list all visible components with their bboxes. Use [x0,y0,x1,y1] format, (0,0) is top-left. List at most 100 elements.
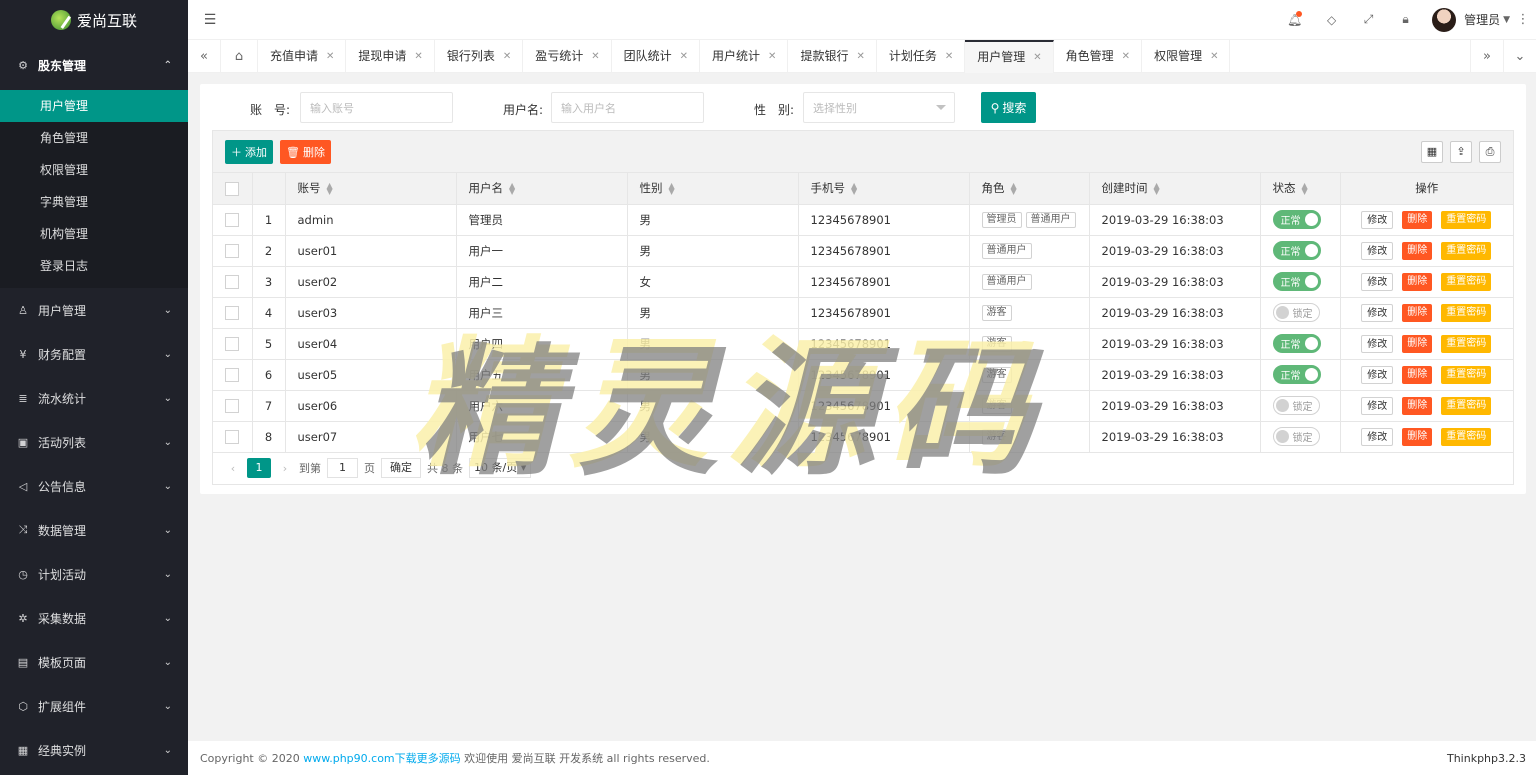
logo[interactable]: 爱尚互联 [0,0,188,40]
edit-button[interactable]: 修改 [1361,210,1394,229]
tab[interactable]: 角色管理 ✕ [1054,39,1143,73]
close-icon[interactable]: ✕ [591,40,599,73]
edit-button[interactable]: 修改 [1361,365,1394,384]
close-icon[interactable]: ✕ [1033,41,1041,74]
bell-icon[interactable]: 🔔︎ [1276,10,1313,27]
delete-button[interactable]: 删除 [1402,334,1433,353]
avatar[interactable] [1432,7,1457,32]
export-icon[interactable]: ⇪ [1450,141,1472,163]
goto-page-input[interactable]: 1 [327,458,358,478]
tab[interactable]: 用户管理 ✕ [965,39,1054,74]
delete-button[interactable]: 删除 [1402,210,1433,229]
tab[interactable]: 提现申请 ✕ [346,39,435,73]
sort-icon[interactable]: ▲ ▼ [851,181,857,195]
delete-button[interactable]: 删除 [1402,365,1433,384]
page-current[interactable]: 1 [247,458,271,478]
edit-button[interactable]: 修改 [1361,241,1394,260]
delete-button[interactable]: 删除 [1402,303,1433,322]
site-link[interactable]: www.php90.com下载更多源码 [303,750,460,766]
sidebar-group[interactable]: ▤ 模板页面 ⌄ [0,640,188,684]
reset-password-button[interactable]: 重置密码 [1441,272,1492,291]
edit-button[interactable]: 修改 [1361,272,1394,291]
edit-button[interactable]: 修改 [1361,303,1394,322]
reset-password-button[interactable]: 重置密码 [1441,396,1492,415]
status-header[interactable]: 状态 ▲ ▼ [1260,173,1341,205]
tabs-scroll-right-icon[interactable]: » [1470,39,1503,73]
sidebar-group[interactable]: ◁ 公告信息 ⌄ [0,464,188,508]
reset-password-button[interactable]: 重置密码 [1441,334,1492,353]
tag-icon[interactable]: ◇ [1313,13,1350,27]
sidebar-group[interactable]: ¥ 财务配置 ⌄ [0,332,188,376]
reset-password-button[interactable]: 重置密码 [1441,427,1492,446]
sidebar-group[interactable]: ◷ 计划活动 ⌄ [0,552,188,596]
collapse-menu-icon[interactable]: ☰ [188,12,232,28]
sidebar-group[interactable]: ✲ 采集数据 ⌄ [0,596,188,640]
username-header[interactable]: 用户名 ▲ ▼ [456,173,628,205]
delete-button[interactable]: 删除 [1402,427,1433,446]
sort-icon[interactable]: ▲ ▼ [1011,181,1017,195]
row-checkbox[interactable] [225,212,240,227]
row-checkbox[interactable] [225,429,240,444]
sidebar-group[interactable]: ⬡ 扩展组件 ⌄ [0,684,188,728]
row-checkbox[interactable] [225,274,240,289]
gender-header[interactable]: 性别 ▲ ▼ [627,173,799,205]
row-checkbox[interactable] [225,367,240,382]
tab[interactable]: 充值申请 ✕ [258,39,347,73]
sidebar-subitem[interactable]: 权限管理 [0,154,188,186]
add-button[interactable]: ＋ 添加 [225,140,273,164]
phone-header[interactable]: 手机号 ▲ ▼ [798,173,970,205]
status-switch[interactable]: 锁定 [1272,396,1320,415]
reset-password-button[interactable]: 重置密码 [1441,303,1492,322]
nav-group-shareholder[interactable]: ⚙ 股东管理 ⌃ [0,40,188,90]
sort-icon[interactable]: ▲ ▼ [509,181,515,195]
delete-button[interactable]: 删除 [1402,396,1433,415]
lock-icon[interactable]: 🔒︎ [1387,12,1424,27]
fullscreen-icon[interactable]: ⤢ [1350,12,1387,27]
delete-button[interactable]: 删除 [1402,272,1433,291]
status-switch[interactable]: 锁定 [1272,303,1320,322]
status-switch[interactable]: 正常 [1272,272,1321,291]
reset-password-button[interactable]: 重置密码 [1441,241,1492,260]
status-switch[interactable]: 正常 [1272,241,1321,260]
home-icon[interactable]: ⌂ [221,39,258,73]
close-icon[interactable]: ✕ [945,40,953,73]
columns-filter-icon[interactable]: ▦ [1421,141,1443,163]
tab[interactable]: 计划任务 ✕ [877,39,966,73]
tab[interactable]: 盈亏统计 ✕ [523,39,612,73]
sidebar-group[interactable]: ▣ 活动列表 ⌄ [0,420,188,464]
created-header[interactable]: 创建时间 ▲ ▼ [1089,173,1261,205]
sidebar-subitem[interactable]: 角色管理 [0,122,188,154]
account-input[interactable]: 输入账号 [300,92,453,123]
row-checkbox[interactable] [225,336,240,351]
tab[interactable]: 提款银行 ✕ [788,39,877,73]
tabs-scroll-left-icon[interactable]: « [188,39,221,73]
role-header[interactable]: 角色 ▲ ▼ [969,173,1090,205]
reset-password-button[interactable]: 重置密码 [1441,210,1492,229]
tab[interactable]: 权限管理 ✕ [1142,39,1231,73]
edit-button[interactable]: 修改 [1361,427,1394,446]
sidebar-subitem[interactable]: 用户管理 [0,90,188,122]
sidebar-subitem[interactable]: 字典管理 [0,186,188,218]
goto-confirm-button[interactable]: 确定 [381,458,421,478]
username-input[interactable]: 输入用户名 [551,92,704,123]
sort-icon[interactable]: ▲ ▼ [1154,181,1160,195]
page-size-select[interactable]: 10 条/页 ▾ [469,458,532,478]
batch-delete-button[interactable]: 🗑︎ 删除 [280,140,331,164]
row-checkbox[interactable] [225,243,240,258]
tabs-dropdown-icon[interactable]: ⌄ [1503,39,1536,73]
edit-button[interactable]: 修改 [1361,396,1394,415]
reset-password-button[interactable]: 重置密码 [1441,365,1492,384]
next-page-icon[interactable]: › [277,462,293,475]
status-switch[interactable]: 正常 [1272,365,1321,384]
close-icon[interactable]: ✕ [1210,40,1218,73]
close-icon[interactable]: ✕ [1122,40,1130,73]
search-button[interactable]: ⚲ 搜索 [981,92,1036,123]
tab[interactable]: 团队统计 ✕ [612,39,701,73]
admin-name[interactable]: 管理员 [1464,11,1500,28]
row-checkbox[interactable] [225,398,240,413]
close-icon[interactable]: ✕ [414,40,422,73]
sidebar-subitem[interactable]: 登录日志 [0,250,188,282]
row-checkbox[interactable] [225,305,240,320]
more-vertical-icon[interactable]: ⋮ [1510,12,1536,27]
sort-icon[interactable]: ▲ ▼ [669,181,675,195]
